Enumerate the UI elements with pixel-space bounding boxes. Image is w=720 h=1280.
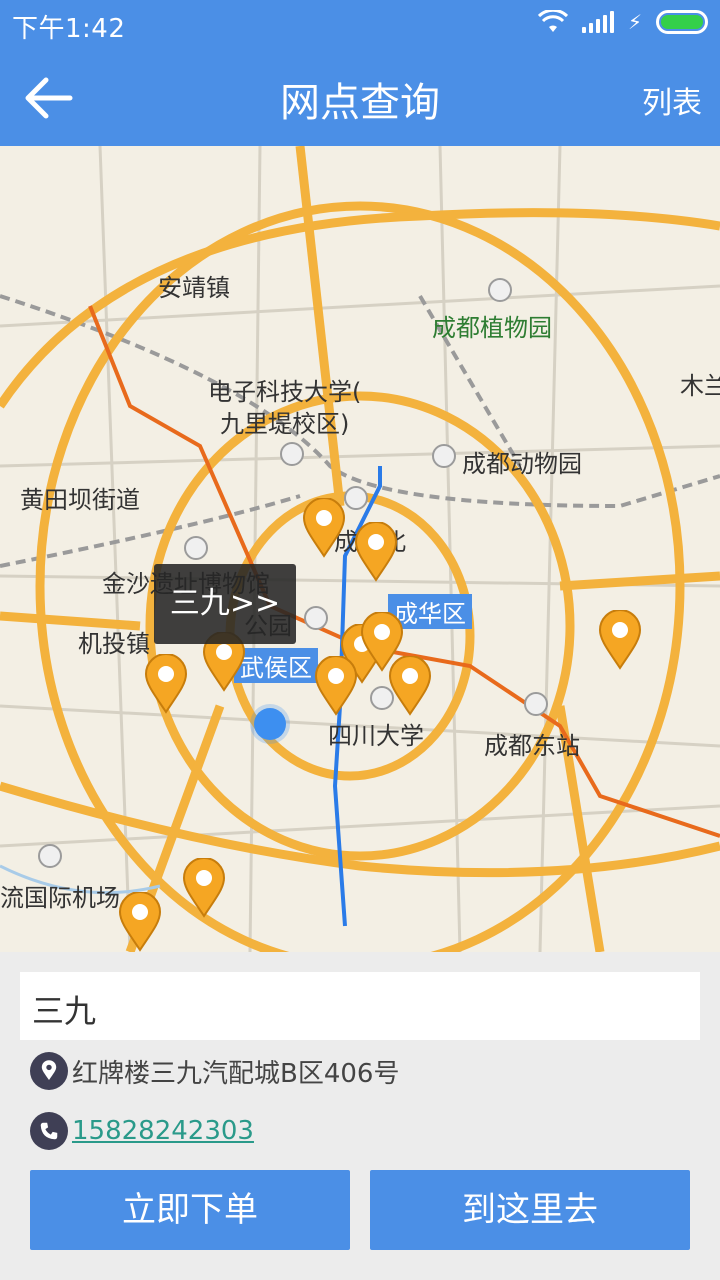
store-pin[interactable] [388, 656, 432, 716]
store-pin[interactable] [314, 656, 358, 716]
map-label-wuhou: 武侯区 [234, 648, 318, 683]
list-view-button[interactable]: 列表 [642, 78, 702, 122]
park-icon [488, 278, 512, 302]
status-time: 下午1:42 [12, 14, 126, 44]
map-label-scu: 四川大学 [328, 722, 424, 750]
map-view[interactable]: 安靖镇 成都植物园 电子科技大学( 九里堤校区) 成都动物园 木兰 黄田坝街道 … [0, 146, 720, 952]
train-station-icon [524, 692, 548, 716]
university-icon [280, 442, 304, 466]
store-tooltip[interactable]: 三九>> [154, 564, 296, 644]
store-name: 三九 [20, 972, 700, 1040]
status-icons: ⚡ [537, 10, 708, 34]
store-phone-link[interactable]: 15828242303 [72, 1116, 254, 1146]
store-pin[interactable] [182, 858, 226, 918]
store-pin[interactable] [144, 654, 188, 714]
charging-icon: ⚡ [627, 10, 642, 34]
app-bar: 网点查询 列表 [0, 48, 720, 146]
phone-icon [30, 1112, 68, 1150]
map-label-east-station: 成都东站 [484, 732, 580, 760]
my-location-dot [254, 708, 286, 740]
map-label-huangtianba: 黄田坝街道 [20, 486, 140, 514]
store-detail-panel: 三九 红牌楼三九汽配城B区406号 15828242303 立即下单 到这里去 [0, 952, 720, 1280]
map-label-anjing: 安靖镇 [158, 274, 230, 302]
phone-row: 15828242303 [30, 1112, 254, 1150]
zoo-icon [432, 444, 456, 468]
park-icon [304, 606, 328, 630]
map-label-botanic: 成都植物园 [432, 314, 552, 342]
airport-icon [38, 844, 62, 868]
navigate-button[interactable]: 到这里去 [370, 1170, 690, 1250]
store-pin[interactable] [118, 892, 162, 952]
top-bar: 下午1:42 ⚡ 网点查询 列表 [0, 0, 720, 146]
map-label-uestc: 电子科技大学( [208, 378, 362, 406]
order-now-button[interactable]: 立即下单 [30, 1170, 350, 1250]
map-label-jitou: 机投镇 [78, 630, 150, 658]
store-pin[interactable] [354, 522, 398, 582]
store-pin[interactable] [598, 610, 642, 670]
battery-icon [656, 10, 708, 34]
status-bar: 下午1:42 ⚡ [0, 0, 720, 48]
map-label-mu: 木兰 [680, 372, 720, 400]
location-pin-icon [30, 1052, 68, 1090]
address-row: 红牌楼三九汽配城B区406号 [30, 1052, 399, 1090]
signal-icon [581, 11, 614, 33]
map-label-zoo: 成都动物园 [462, 450, 582, 478]
store-address: 红牌楼三九汽配城B区406号 [72, 1058, 400, 1089]
train-station-icon [344, 486, 368, 510]
map-label-uestc-campus: 九里堤校区) [220, 410, 350, 438]
store-pin[interactable] [302, 498, 346, 558]
wifi-icon [537, 10, 568, 32]
map-label-airport: 流国际机场 [0, 884, 120, 912]
museum-icon [184, 536, 208, 560]
page-title: 网点查询 [280, 80, 440, 126]
